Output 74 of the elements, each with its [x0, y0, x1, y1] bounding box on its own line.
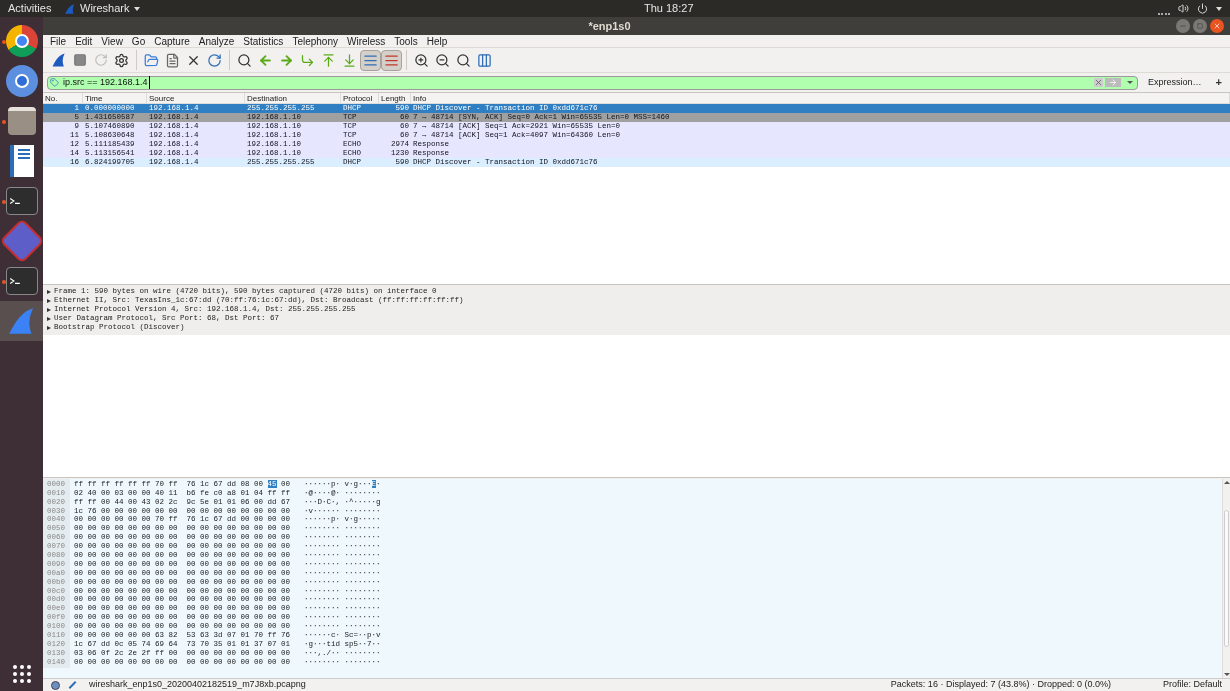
column-header[interactable]: Info — [411, 93, 1230, 103]
caret-icon[interactable] — [1127, 81, 1134, 84]
menu-item[interactable]: File — [50, 33, 67, 49]
colored-lines-button[interactable] — [381, 49, 402, 71]
lines-icon — [363, 52, 378, 68]
lines-button[interactable] — [360, 49, 381, 71]
terminal-icon[interactable] — [5, 267, 38, 295]
add-button[interactable]: + — [1211, 74, 1226, 91]
search-icon — [237, 52, 252, 68]
colored-lines-icon — [384, 52, 399, 68]
menu-item[interactable]: Help — [426, 33, 448, 49]
edit-icon[interactable] — [68, 681, 77, 689]
arrow-down-icon — [342, 52, 357, 68]
app-grid-icon[interactable] — [12, 665, 31, 683]
app-icon[interactable] — [0, 218, 45, 264]
app-menu-label[interactable]: Wireshark — [80, 0, 130, 17]
clock[interactable]: Thu 18:27 — [604, 0, 694, 17]
activities-label[interactable]: Activities — [0, 0, 60, 17]
menu-item[interactable]: Telephony — [292, 33, 338, 49]
terminal-icon[interactable] — [5, 187, 38, 215]
close-icon — [1213, 22, 1221, 30]
menu-item[interactable]: View — [101, 33, 123, 49]
document-icon[interactable] — [9, 145, 34, 177]
reload-icon — [207, 52, 222, 68]
packet-stats: Packets: 16 · Displayed: 7 (43.8%) · Dropped: 0 (0.0%) — [890, 678, 1111, 691]
fin-icon — [64, 2, 76, 15]
column-header[interactable]: Protocol — [341, 93, 379, 103]
menu-item[interactable]: Analyze — [198, 33, 235, 49]
zoom-in-icon — [414, 52, 429, 68]
close-button[interactable] — [1210, 19, 1224, 33]
menu-item[interactable]: Edit — [75, 33, 93, 49]
document-icon — [165, 52, 180, 68]
arrow-up-icon — [321, 52, 336, 68]
column-header[interactable]: Destination — [245, 93, 341, 103]
profile-label[interactable]: Profile: Default — [1162, 678, 1222, 691]
browser-icon[interactable] — [5, 65, 38, 97]
stop-icon — [72, 53, 87, 67]
expression-button[interactable]: Expression… — [1142, 75, 1208, 90]
clear-icon[interactable] — [1094, 78, 1104, 87]
column-header[interactable]: Time — [83, 93, 147, 103]
zoom-out-icon — [435, 52, 450, 68]
power-icon[interactable] — [1197, 3, 1208, 14]
restart-icon — [93, 53, 108, 67]
expander-icon[interactable] — [47, 307, 51, 312]
arrow-right-icon — [279, 52, 294, 68]
expander-icon[interactable] — [47, 289, 51, 294]
browser-icon[interactable] — [5, 25, 38, 57]
file-name: wireshark_enp1s0_20200402182519_m7J8xb.pcapng — [89, 678, 306, 691]
column-header[interactable]: No. — [43, 93, 83, 103]
goto-icon — [300, 52, 315, 68]
expander-icon[interactable] — [47, 316, 51, 321]
zoom-reset-icon — [456, 52, 471, 68]
arrow-left-icon — [258, 52, 273, 68]
menu-item[interactable]: Capture — [154, 33, 190, 49]
column-header[interactable]: Length — [379, 93, 411, 103]
columns-icon — [477, 52, 492, 68]
menu-item[interactable]: Statistics — [243, 33, 284, 49]
expander-icon[interactable] — [47, 298, 51, 303]
fin-icon — [50, 52, 67, 68]
folder-icon[interactable] — [7, 107, 36, 135]
folder-icon — [144, 52, 159, 68]
caret-icon — [133, 6, 140, 11]
column-header[interactable]: Source — [147, 93, 245, 103]
minimize-button[interactable] — [1176, 19, 1190, 33]
filter-field[interactable]: ip.src == 192.168.1.4 — [47, 75, 1139, 90]
menu-item[interactable]: Tools — [394, 33, 418, 49]
window-title: *enp1s0 — [587, 18, 632, 34]
minus-icon — [1179, 22, 1187, 30]
menu-item[interactable]: Go — [131, 33, 146, 49]
expander-icon[interactable] — [47, 325, 51, 330]
menu-item[interactable]: Wireless — [346, 33, 386, 49]
settings-icon — [114, 52, 129, 68]
scrollbar[interactable] — [1222, 479, 1230, 678]
volume-icon[interactable] — [1178, 3, 1189, 14]
